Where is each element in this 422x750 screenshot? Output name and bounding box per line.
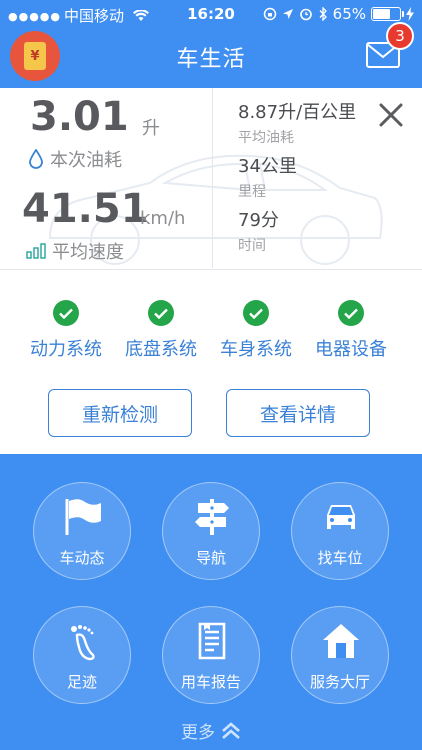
speed-value: 41.51	[22, 186, 149, 232]
double-chevron-up-icon	[222, 721, 240, 739]
report-icon	[198, 622, 226, 660]
avg-fuel-value: 8.87升/百公里	[238, 102, 357, 123]
status-bar: ●●●●● 中国移动 16:20 65%	[0, 0, 422, 28]
house-icon	[323, 624, 359, 658]
page-title: 车生活	[176, 47, 246, 72]
top-bar: ●●●●● 中国移动 16:20 65% ¥ 车生活 3	[0, 0, 422, 88]
system-check-electrical[interactable]: 电器设备	[301, 300, 401, 361]
duration-label: 时间	[238, 238, 266, 254]
charging-icon	[406, 7, 414, 21]
fuel-label-row: 本次油耗	[28, 146, 122, 172]
status-right: 65%	[263, 5, 414, 23]
system-check-power[interactable]: 动力系统	[16, 300, 116, 361]
fuel-unit: 升	[142, 118, 160, 139]
more-label: 更多	[181, 723, 215, 743]
nav-bar: ¥ 车生活 3	[0, 22, 422, 88]
grid-item-find-parking[interactable]: 找车位	[291, 482, 389, 580]
drop-icon	[29, 149, 43, 169]
flag-icon	[65, 499, 101, 535]
distance-label: 里程	[238, 184, 266, 200]
grid-item-label: 导航	[195, 549, 226, 567]
check-icon	[148, 300, 174, 326]
feature-grid: 车动态 导航 找车位 足迹 用车报告 服务大厅 更多	[0, 454, 422, 750]
trip-stats-panel: 3.01 升 本次油耗 41.51 km/h 平均速度 8.87升/百公里 平均…	[0, 88, 422, 270]
system-check-label: 底盘系统	[125, 339, 197, 360]
grid-item-label: 服务大厅	[309, 673, 370, 691]
divider	[212, 88, 213, 268]
footprint-icon	[71, 625, 95, 661]
grid-item-vehicle-status[interactable]: 车动态	[33, 482, 131, 580]
location-icon	[282, 9, 293, 19]
check-icon	[338, 300, 364, 326]
alarm-icon	[299, 8, 312, 21]
car-icon	[327, 505, 355, 529]
system-check-body[interactable]: 车身系统	[206, 300, 306, 361]
grid-item-car-report[interactable]: 用车报告	[162, 606, 260, 704]
view-details-button[interactable]: 查看详情	[226, 389, 370, 437]
close-icon[interactable]	[378, 102, 404, 128]
check-icon	[53, 300, 79, 326]
speed-bars-icon	[26, 243, 46, 259]
grid-item-label: 找车位	[317, 549, 363, 567]
grid-item-label: 车动态	[59, 549, 105, 567]
speed-label: 平均速度	[52, 242, 124, 263]
system-check-chassis[interactable]: 底盘系统	[111, 300, 211, 361]
grid-item-label: 足迹	[66, 673, 97, 691]
more-button[interactable]: 更多	[0, 718, 422, 743]
mail-badge: 3	[386, 22, 414, 50]
bluetooth-icon	[319, 7, 327, 21]
battery-fill	[373, 9, 390, 19]
grid-item-footprint[interactable]: 足迹	[33, 606, 131, 704]
fuel-value: 3.01	[30, 94, 129, 140]
duration-value: 79分	[238, 210, 279, 231]
grid-item-navigation[interactable]: 导航	[162, 482, 260, 580]
system-check-label: 电器设备	[315, 339, 387, 360]
system-check-label: 动力系统	[30, 339, 102, 360]
grid-item-label: 用车报告	[180, 673, 241, 691]
fuel-label: 本次油耗	[50, 150, 122, 171]
system-checks: 动力系统 底盘系统 车身系统 电器设备	[0, 300, 422, 370]
speed-label-row: 平均速度	[26, 238, 124, 264]
battery-icon	[371, 7, 404, 21]
distance-value: 34公里	[238, 156, 297, 177]
grid-item-service-hall[interactable]: 服务大厅	[291, 606, 389, 704]
speed-unit: km/h	[140, 208, 186, 229]
recheck-button[interactable]: 重新检测	[48, 389, 192, 437]
rotation-lock-icon	[263, 7, 276, 21]
battery-percent: 65%	[332, 5, 366, 23]
check-icon	[243, 300, 269, 326]
avg-fuel-label: 平均油耗	[238, 130, 294, 146]
system-check-label: 车身系统	[220, 339, 292, 360]
signpost-icon	[195, 499, 229, 535]
